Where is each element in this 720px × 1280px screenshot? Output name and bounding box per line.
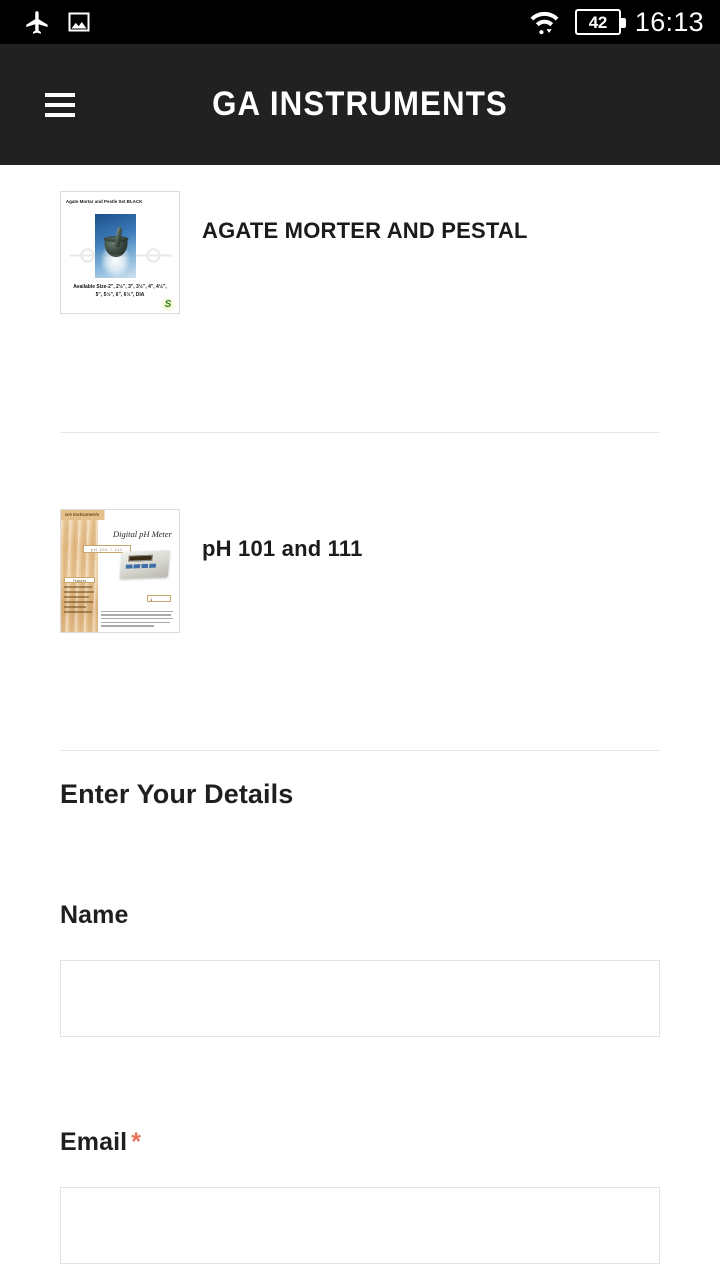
site-brand-title: GA INSTRUMENTS xyxy=(212,85,508,123)
brochure-page-box: 1 xyxy=(147,595,171,602)
brochure-page-number: 1 xyxy=(150,597,153,602)
product-list-item-ph-meter[interactable]: GA Instruments Digital pH Meter pH 101 /… xyxy=(0,483,720,683)
mobile-field-label: Mobile* xyxy=(60,1264,660,1280)
email-required-asterisk: * xyxy=(131,1128,142,1156)
status-bar-left-icons xyxy=(24,9,91,36)
footer-line xyxy=(101,617,174,620)
bullet-line xyxy=(64,595,89,598)
app-header-bar: GA INSTRUMENTS xyxy=(0,44,720,165)
battery-level-label: 42 xyxy=(588,12,608,32)
form-section-heading: Enter Your Details xyxy=(60,779,294,809)
name-label-text: Name xyxy=(60,901,129,929)
screenshot-image-icon xyxy=(67,10,91,34)
email-input[interactable] xyxy=(60,1187,660,1264)
status-bar-right-icons: 42 16:13 xyxy=(528,8,704,36)
ph-meter-product-image: GA Instruments Digital pH Meter pH 101 /… xyxy=(60,509,180,633)
product-thumbnail-ph-meter[interactable]: GA Instruments Digital pH Meter pH 101 /… xyxy=(60,509,180,633)
product-title-ph-meter[interactable]: pH 101 and 111 xyxy=(202,509,363,563)
spacer-before-product-2 xyxy=(0,433,720,483)
brochure-footer-text-block xyxy=(101,610,174,629)
enter-details-form: Enter Your Details Name Email* Mobile* xyxy=(0,751,720,1280)
ph-meter-device-illustration xyxy=(119,550,171,579)
footer-line xyxy=(101,625,154,627)
bullet-line xyxy=(64,610,93,613)
agate-available-sizes: Available Size-2", 2½", 3", 3½", 4", 4½"… xyxy=(65,284,175,299)
bullet-line xyxy=(64,605,87,608)
bullet-line xyxy=(64,590,95,593)
status-bar-clock: 16:13 xyxy=(634,6,704,37)
agate-mortar-product-image: Agate Mortar and Pestle Set BLACK Availa… xyxy=(60,191,180,314)
spacer-after-product-1 xyxy=(0,365,720,432)
battery-icon: 42 xyxy=(574,9,626,35)
agate-image-caption: Agate Mortar and Pestle Set BLACK xyxy=(65,199,143,204)
wifi-icon xyxy=(528,8,561,36)
airplane-mode-icon xyxy=(24,9,51,36)
brochure-title-label: Digital pH Meter xyxy=(112,529,172,539)
email-field-label: Email * xyxy=(60,1037,660,1157)
footer-line xyxy=(101,621,170,624)
brochure-features-box: Features xyxy=(64,577,95,583)
page-content: Agate Mortar and Pestle Set BLACK Availa… xyxy=(0,165,720,1280)
agate-sizes-line-2: 5", 5½", 6", 6½", DIA xyxy=(95,291,145,298)
name-input[interactable] xyxy=(60,960,660,1037)
spacer-after-product-2 xyxy=(0,683,720,750)
agate-sizes-line-1: Available Size-2", 2½", 3", 3½", 4", 4½"… xyxy=(73,284,167,290)
image-watermark xyxy=(69,244,172,267)
agate-supplier-logo-icon: S xyxy=(161,298,175,311)
product-title-agate[interactable]: AGATE MORTER AND PESTAL xyxy=(202,191,528,245)
footer-line xyxy=(101,610,173,613)
email-label-text: Email xyxy=(60,1128,128,1156)
ph-meter-keypad xyxy=(125,563,157,569)
ph-meter-display-screen xyxy=(128,554,153,562)
bullet-line xyxy=(64,586,92,588)
brochure-features-label: Features xyxy=(72,579,87,583)
name-field-label: Name xyxy=(60,810,660,930)
bullet-line xyxy=(64,600,93,603)
product-thumbnail-agate[interactable]: Agate Mortar and Pestle Set BLACK Availa… xyxy=(60,191,180,314)
product-list-item-agate[interactable]: Agate Mortar and Pestle Set BLACK Availa… xyxy=(0,165,720,365)
android-status-bar: 42 16:13 xyxy=(0,0,720,44)
brochure-brand-label: GA Instruments xyxy=(65,512,100,517)
brochure-feature-bullets xyxy=(64,586,96,616)
footer-line xyxy=(101,614,172,616)
